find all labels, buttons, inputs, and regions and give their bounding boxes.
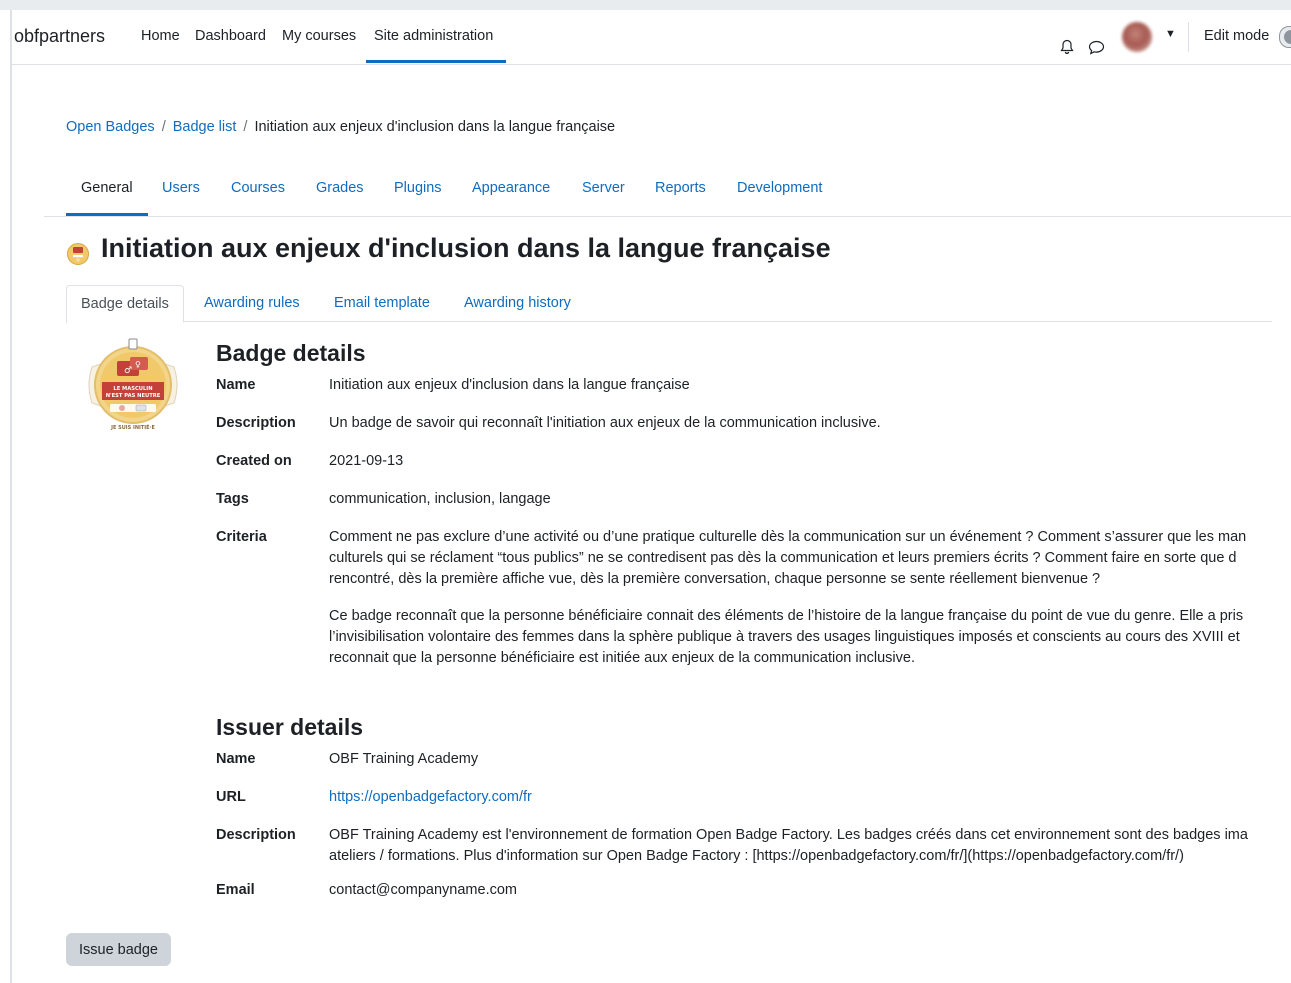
issuer-url-value: https://openbadgefactory.com/fr [329, 787, 532, 808]
criteria-line: reconnait que la personne bénéficiaire e… [329, 650, 915, 666]
criteria-line: culturels qui se réclament “tous publics… [329, 550, 1237, 566]
badge-name-value: Initiation aux enjeux d'inclusion dans l… [329, 377, 690, 393]
notification-bell-icon[interactable] [1059, 39, 1075, 55]
navbar-divider [1188, 22, 1189, 52]
tab-awarding-rules[interactable]: Awarding rules [204, 285, 300, 321]
svg-text:♂: ♂ [124, 366, 132, 376]
user-menu-chevron-icon[interactable]: ▼ [1165, 28, 1176, 40]
issuer-name-label: Name [216, 751, 256, 767]
breadcrumb: Open Badges / Badge list / Initiation aux en… [66, 119, 615, 135]
badge-name-label: Name [216, 377, 256, 393]
issuer-description-value: OBF Training Academy est l'environnement… [329, 825, 1291, 867]
badge-tags-label: Tags [216, 491, 249, 507]
badge-description-value: Un badge de savoir qui reconnaît l'initi… [329, 415, 881, 431]
breadcrumb-current: Initiation aux enjeux d'inclusion dans l… [254, 119, 616, 135]
edit-mode-toggle[interactable] [1279, 26, 1291, 48]
tab-awarding-history[interactable]: Awarding history [464, 285, 571, 321]
badge-image-line1: LE MASCULIN [113, 386, 152, 392]
breadcrumb-badge-list[interactable]: Badge list [173, 119, 237, 135]
criteria-line: l’invisibilisation volontaire des femmes… [329, 629, 1240, 645]
top-navbar: obfpartners Home Dashboard My courses Si… [12, 10, 1291, 65]
secondary-nav: General Users Courses Grades Plugins App… [44, 170, 1291, 217]
badge-created-value: 2021-09-13 [329, 453, 404, 469]
secnav-courses[interactable]: Courses [231, 180, 285, 196]
badge-small-icon [67, 243, 89, 265]
issuer-email-value: contact@companyname.com [329, 882, 517, 898]
tab-email-template[interactable]: Email template [334, 285, 430, 321]
issuer-description-line: ateliers / formations. Plus d'informatio… [329, 848, 1184, 864]
badge-created-label: Created on [216, 453, 292, 469]
badge-tags-value: communication, inclusion, langage [329, 491, 551, 507]
issuer-details-heading: Issuer details [216, 714, 364, 740]
browser-top-band [0, 0, 1291, 10]
badge-criteria-paragraph-2: Ce badge reconnaît que la personne bénéf… [329, 606, 1291, 669]
badge-image-arc-text: JE SUIS INITIÉ·E [110, 423, 155, 431]
secnav-development[interactable]: Development [737, 180, 822, 196]
badge-image: ♂ ♀ LE MASCULIN N'EST PAS NEUTRE JE SUIS… [88, 338, 178, 431]
nav-site-administration[interactable]: Site administration [374, 28, 493, 44]
issuer-email-label: Email [216, 882, 255, 898]
secnav-appearance[interactable]: Appearance [472, 180, 550, 196]
secnav-general[interactable]: General [81, 180, 133, 196]
issuer-description-line: OBF Training Academy est l'environnement… [329, 827, 1248, 843]
badge-criteria-paragraph-1: Comment ne pas exclure d’une activité ou… [329, 527, 1291, 590]
secnav-reports[interactable]: Reports [655, 180, 706, 196]
secnav-plugins[interactable]: Plugins [394, 180, 442, 196]
issuer-url-link[interactable]: https://openbadgefactory.com/fr [329, 789, 532, 805]
criteria-line: rencontré, dès la première affiche vue, … [329, 571, 1101, 587]
svg-text:♀: ♀ [135, 360, 141, 369]
user-avatar[interactable] [1122, 22, 1152, 52]
edit-mode-label: Edit mode [1204, 28, 1270, 44]
window-left-edge [10, 10, 12, 983]
secnav-grades[interactable]: Grades [316, 180, 364, 196]
issuer-url-label: URL [216, 789, 246, 805]
site-brand[interactable]: obfpartners [14, 26, 105, 47]
secnav-active-indicator [66, 213, 148, 216]
badge-tabs: Badge details Awarding rules Email templ… [66, 285, 1272, 323]
criteria-line: Ce badge reconnaît que la personne bénéf… [329, 608, 1244, 624]
badge-image-line2: N'EST PAS NEUTRE [106, 393, 161, 399]
issuer-name-value: OBF Training Academy [329, 751, 479, 767]
badge-description-label: Description [216, 415, 296, 431]
breadcrumb-separator: / [161, 119, 166, 135]
tab-badge-details[interactable]: Badge details [66, 285, 184, 323]
badge-criteria-label: Criteria [216, 529, 267, 545]
breadcrumb-separator: / [243, 119, 248, 135]
nav-home[interactable]: Home [141, 28, 180, 44]
issuer-description-label: Description [216, 827, 296, 843]
issue-badge-button[interactable]: Issue badge [66, 933, 171, 966]
breadcrumb-open-badges[interactable]: Open Badges [66, 119, 155, 135]
nav-dashboard[interactable]: Dashboard [195, 28, 266, 44]
badge-details-heading: Badge details [216, 340, 366, 366]
criteria-line: Comment ne pas exclure d’une activité ou… [329, 529, 1247, 545]
secnav-users[interactable]: Users [162, 180, 200, 196]
page-title: Initiation aux enjeux d'inclusion dans l… [101, 233, 831, 263]
nav-my-courses[interactable]: My courses [282, 28, 356, 44]
nav-active-indicator [366, 60, 506, 63]
secnav-server[interactable]: Server [582, 180, 625, 196]
messages-icon[interactable] [1088, 40, 1105, 55]
